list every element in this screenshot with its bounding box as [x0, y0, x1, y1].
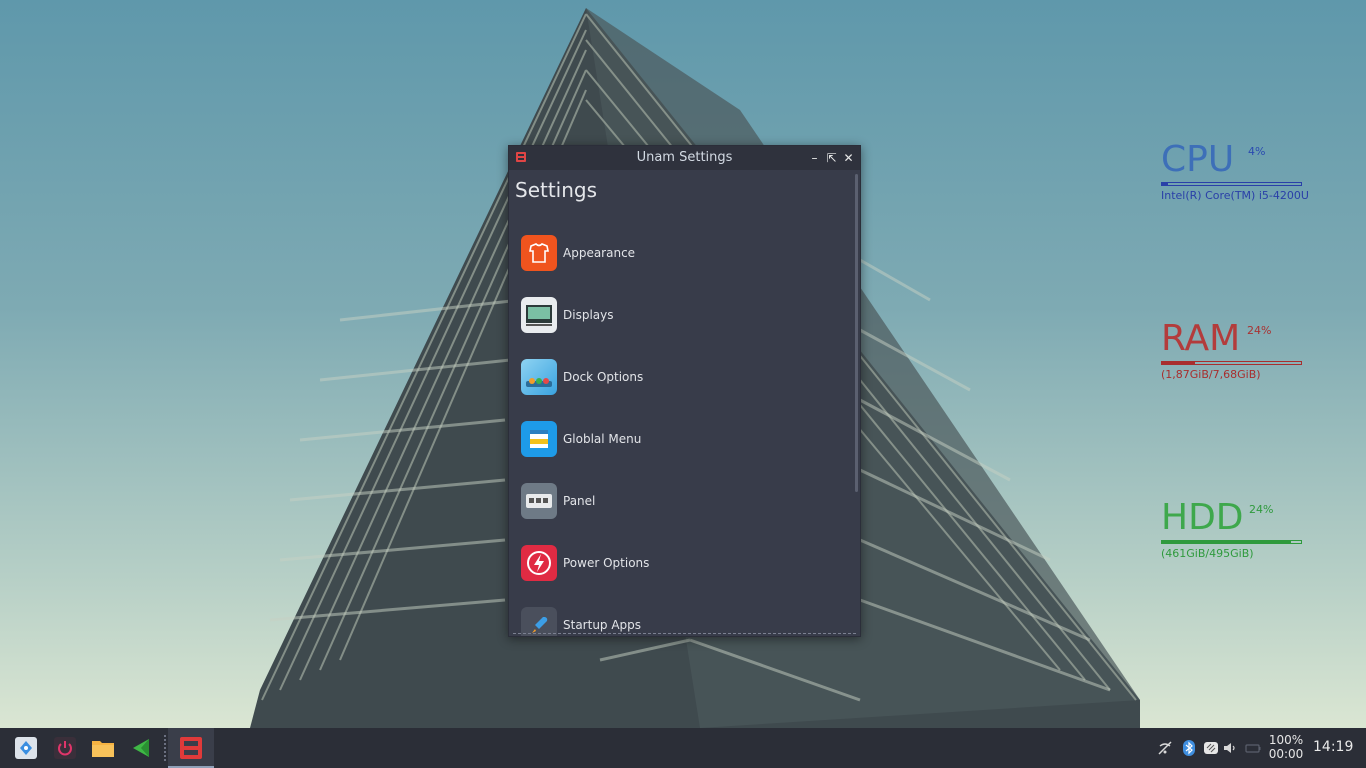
bluetooth-icon[interactable] [1181, 740, 1197, 756]
hdd-usage-bar [1161, 540, 1302, 544]
settings-item-power-options[interactable]: Power Options [521, 532, 841, 594]
displays-icon [521, 297, 557, 333]
window-title: Unam Settings [636, 150, 733, 165]
settings-item-label: Globlal Menu [563, 432, 642, 446]
settings-item-label: Displays [563, 308, 614, 322]
settings-list: Appearance Displays Dock Options Globlal… [521, 222, 841, 636]
page-title: Settings [515, 178, 598, 202]
taskbar: 100% 00:00 14:19 [0, 728, 1366, 768]
cpu-label: CPU [1161, 139, 1235, 180]
ram-widget: RAM 24% (1,87GiB/7,68GiB) [1161, 321, 1302, 381]
power-icon[interactable] [53, 736, 77, 760]
hdd-usage-fill [1162, 541, 1292, 543]
maximize-icon[interactable]: ⇱ [826, 152, 837, 164]
settings-item-label: Power Options [563, 556, 650, 570]
ram-usage-fill [1162, 362, 1196, 364]
settings-window: Unam Settings – ⇱ ✕ Settings Appearance … [508, 145, 861, 637]
settings-item-global-menu[interactable]: Globlal Menu [521, 408, 841, 470]
ram-percent: 24% [1247, 324, 1272, 337]
cpu-usage-bar [1161, 182, 1302, 186]
clipboard-icon[interactable] [1203, 740, 1219, 756]
minimize-icon[interactable]: – [809, 152, 820, 164]
network-disconnected-icon[interactable] [1157, 740, 1173, 756]
window-titlebar[interactable]: Unam Settings – ⇱ ✕ [509, 146, 860, 170]
battery-time: 00:00 [1268, 747, 1304, 761]
battery-percent: 100% [1268, 733, 1304, 747]
cpu-usage-fill [1162, 183, 1168, 185]
settings-content: Settings Appearance Displays Dock Option… [509, 170, 860, 636]
settings-item-label: Dock Options [563, 370, 644, 384]
appearance-icon [521, 235, 557, 271]
app-menu-icon[interactable] [14, 736, 38, 760]
hdd-widget: HDD 24% (461GiB/495GiB) [1161, 500, 1302, 560]
dock-options-icon [521, 359, 557, 395]
settings-item-label: Startup Apps [563, 618, 642, 632]
clock[interactable]: 14:19 [1313, 739, 1353, 755]
settings-item-label: Panel [563, 494, 596, 508]
volume-icon[interactable] [1222, 740, 1238, 756]
hdd-label: HDD [1161, 497, 1244, 538]
settings-item-panel[interactable]: Panel [521, 470, 841, 532]
unam-settings-app-icon [516, 152, 526, 162]
battery-status[interactable]: 100% 00:00 [1267, 733, 1305, 761]
scrollbar[interactable] [855, 174, 858, 492]
ram-usage-bar [1161, 361, 1302, 365]
settings-item-appearance[interactable]: Appearance [521, 222, 841, 284]
list-bottom-divider [513, 633, 856, 634]
taskbar-item-unam-settings[interactable] [168, 728, 214, 768]
unam-settings-taskbar-icon [180, 737, 202, 759]
cpu-model: Intel(R) Core(TM) i5-4200U [1161, 189, 1309, 202]
cpu-percent: 4% [1248, 145, 1266, 158]
settings-item-startup-apps[interactable]: Startup Apps [521, 594, 841, 636]
hdd-percent: 24% [1249, 503, 1274, 516]
global-menu-icon [521, 421, 557, 457]
settings-item-label: Appearance [563, 246, 636, 260]
power-options-icon [521, 545, 557, 581]
ram-usage-detail: (1,87GiB/7,68GiB) [1161, 368, 1261, 381]
settings-item-displays[interactable]: Displays [521, 284, 841, 346]
cpu-widget: CPU 4% Intel(R) Core(TM) i5-4200U [1161, 142, 1309, 202]
panel-icon [521, 483, 557, 519]
taskbar-separator [164, 735, 166, 761]
media-player-icon[interactable] [129, 736, 153, 760]
startup-apps-icon [521, 607, 557, 636]
battery-icon[interactable] [1245, 740, 1261, 756]
ram-label: RAM [1161, 318, 1241, 359]
file-manager-icon[interactable] [91, 736, 115, 760]
hdd-usage-detail: (461GiB/495GiB) [1161, 547, 1254, 560]
close-icon[interactable]: ✕ [843, 152, 854, 164]
settings-item-dock-options[interactable]: Dock Options [521, 346, 841, 408]
